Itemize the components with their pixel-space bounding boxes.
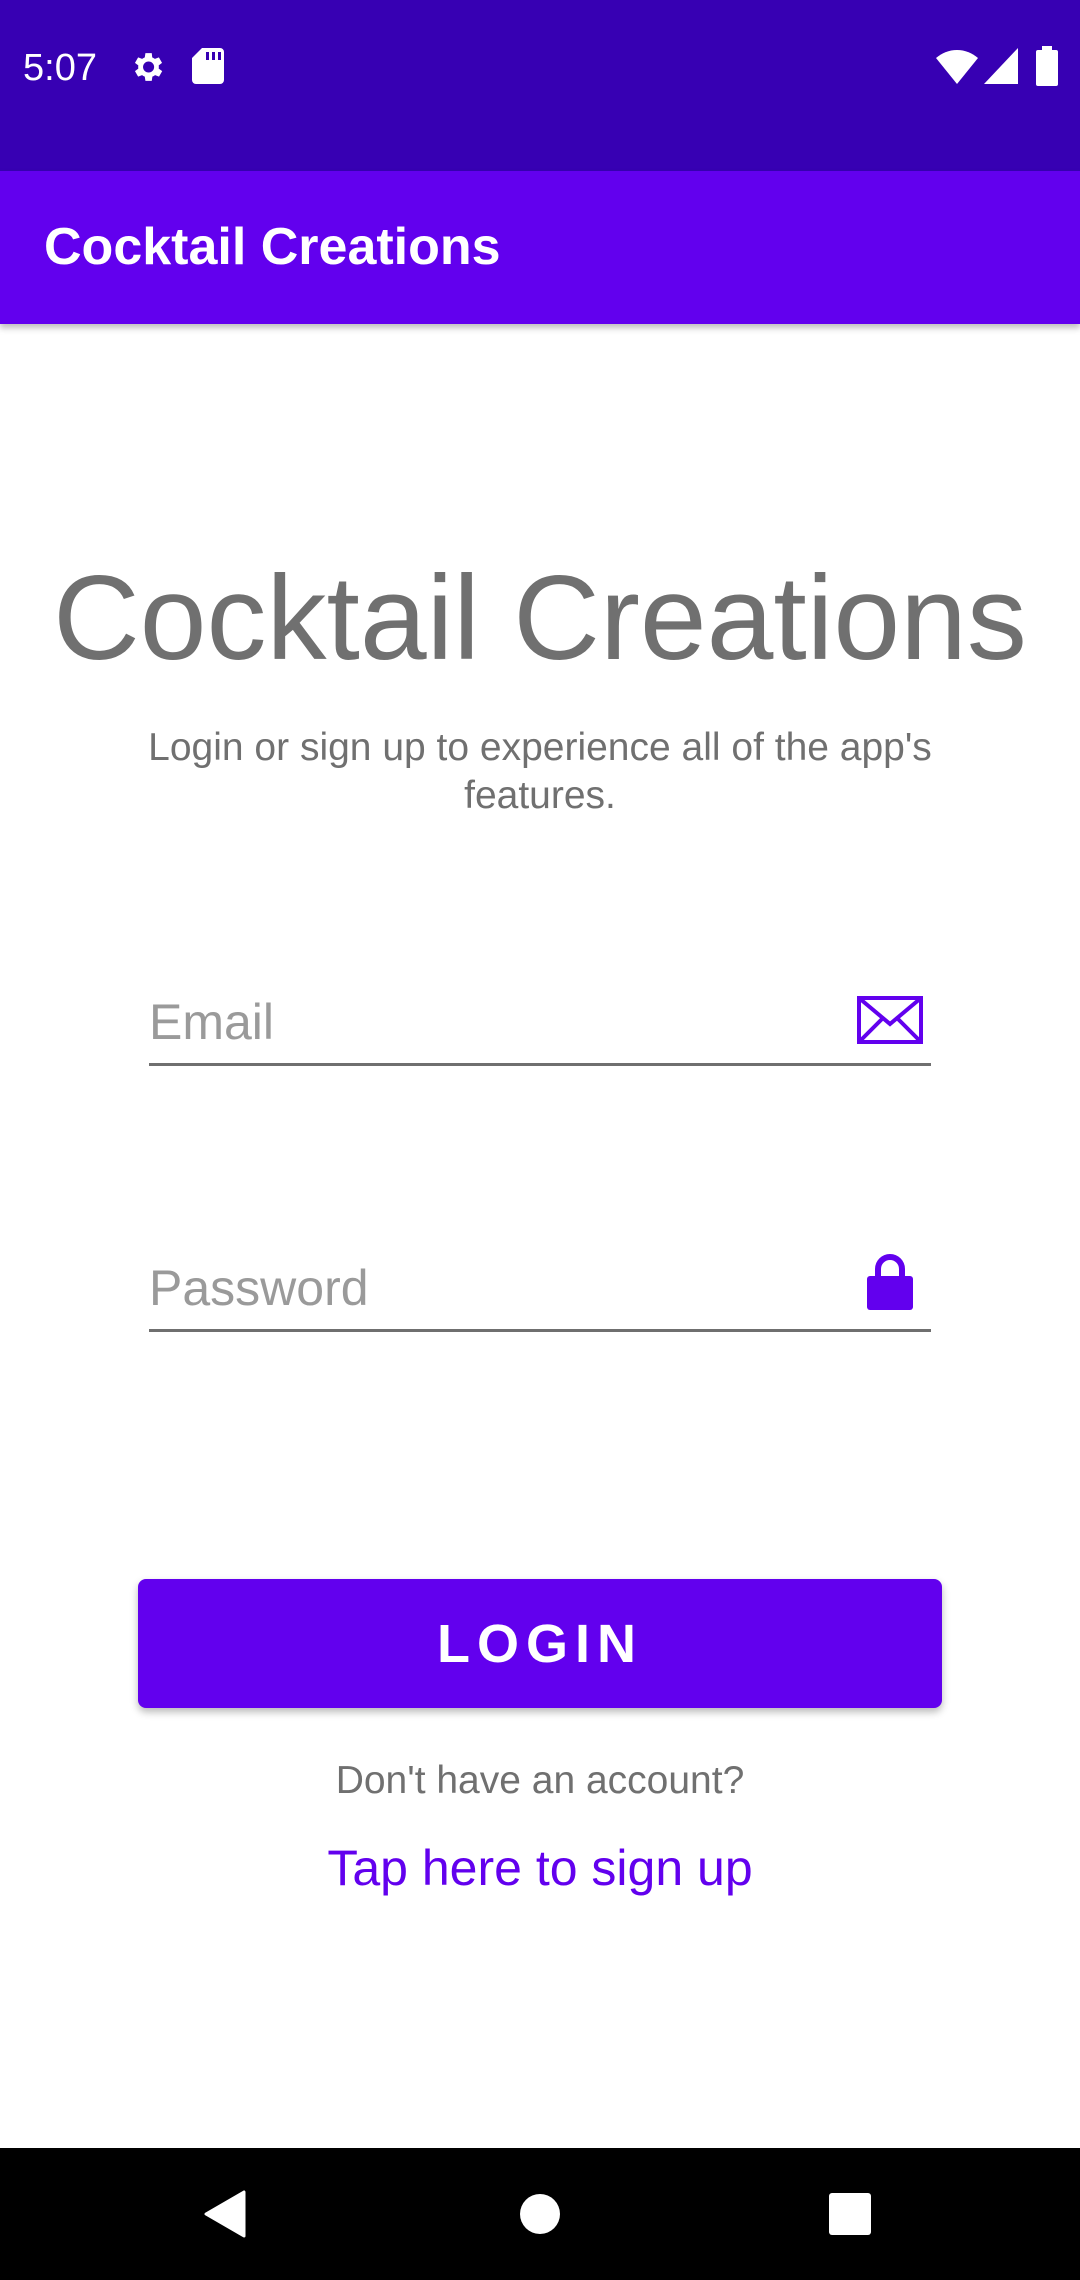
app-bar: Cocktail Creations xyxy=(0,171,1080,324)
navigation-bar xyxy=(0,2148,1080,2280)
status-bar: 5:07 xyxy=(0,0,1080,171)
email-input[interactable] xyxy=(149,984,849,1060)
status-time: 5:07 xyxy=(23,47,97,89)
battery-icon xyxy=(1036,46,1058,86)
wifi-icon xyxy=(936,50,978,84)
password-input[interactable] xyxy=(149,1250,849,1326)
gear-icon xyxy=(128,48,166,86)
email-icon xyxy=(857,996,923,1044)
home-icon[interactable] xyxy=(495,2148,585,2280)
app-bar-title: Cocktail Creations xyxy=(44,218,501,276)
login-screen: 5:07 Cocktail Creations Cocktail Creatio… xyxy=(0,0,1080,2280)
lock-icon xyxy=(867,1254,913,1310)
login-button[interactable]: LOGIN xyxy=(138,1579,942,1708)
no-account-text: Don't have an account? xyxy=(335,1759,745,1802)
page-title: Cocktail Creations xyxy=(53,551,1027,685)
page-subtitle: Login or sign up to experience all of th… xyxy=(148,726,932,817)
sd-card-icon xyxy=(192,48,224,84)
signup-link[interactable]: Tap here to sign up xyxy=(0,1838,1080,1898)
password-field xyxy=(149,1250,931,1332)
recents-icon[interactable] xyxy=(805,2148,895,2280)
email-field xyxy=(149,984,931,1066)
back-icon[interactable] xyxy=(180,2148,270,2280)
signal-icon xyxy=(984,48,1018,84)
